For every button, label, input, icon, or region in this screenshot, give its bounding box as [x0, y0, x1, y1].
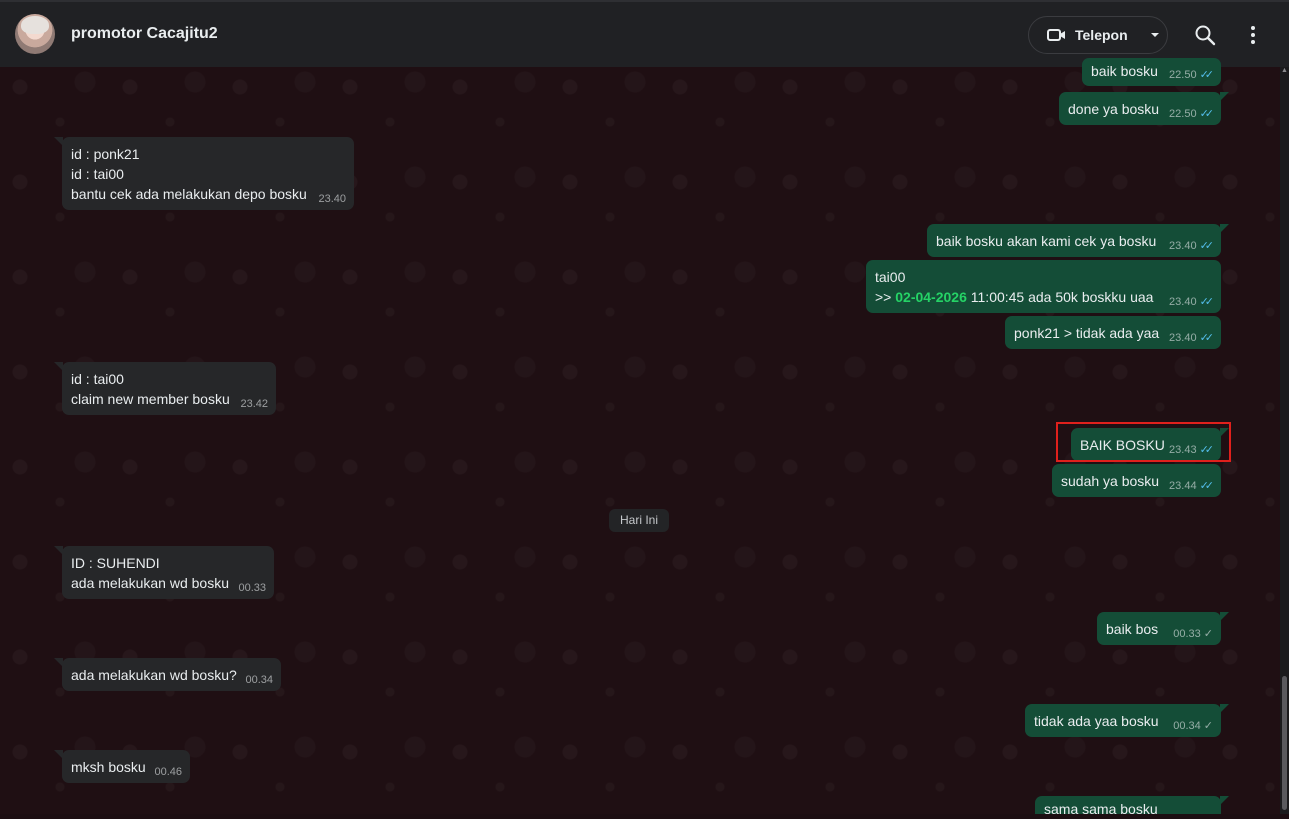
- message-meta: 23.44 ✓✓: [1169, 480, 1215, 492]
- scrollbar-thumb[interactable]: [1282, 676, 1287, 810]
- sent-tick-icon: ✓: [1203, 628, 1213, 640]
- read-ticks-icon: ✓✓: [1199, 108, 1215, 120]
- message-time: 22.50: [1169, 108, 1197, 120]
- outgoing-message[interactable]: baik bosku 22.50 ✓✓: [1082, 58, 1221, 86]
- read-ticks-icon: ✓✓: [1199, 296, 1215, 308]
- message-time: 00.33: [1173, 628, 1201, 640]
- message-meta: 00.34: [245, 674, 273, 686]
- read-ticks-icon: ✓✓: [1199, 332, 1215, 344]
- message-time: 23.40: [318, 193, 346, 205]
- message-text: tai00: [875, 269, 906, 285]
- incoming-message[interactable]: ada melakukan wd bosku? 00.34: [54, 658, 281, 691]
- incoming-message[interactable]: id : ponk21 id : tai00 bantu cek ada mel…: [54, 137, 354, 210]
- video-call-icon: [1047, 28, 1067, 42]
- message-meta: 00.34 ✓: [1173, 720, 1213, 732]
- message-meta: 00.33 ✓: [1173, 628, 1213, 640]
- incoming-message[interactable]: id : tai00 claim new member bosku 23.42: [54, 362, 276, 415]
- message-meta: 00.46: [154, 766, 182, 778]
- message-text: sama sama bosku: [1044, 801, 1158, 817]
- message-meta: 22.50 ✓✓: [1169, 69, 1215, 81]
- read-ticks-icon: ✓✓: [1199, 69, 1215, 81]
- message-meta: 23.40 ✓✓: [1169, 240, 1215, 252]
- message-meta: 00.33: [238, 582, 266, 594]
- message-text-rest: 11:00:45 ada 50k boskku uaa: [966, 289, 1154, 305]
- message-time: 23.40: [1169, 240, 1197, 252]
- sent-tick-icon: ✓: [1203, 720, 1213, 732]
- message-text: id : tai00: [71, 166, 124, 182]
- outgoing-message[interactable]: ponk21 > tidak ada yaa 23.40 ✓✓: [1005, 316, 1221, 349]
- outgoing-message[interactable]: sama sama bosku: [1035, 796, 1229, 817]
- message-text: bantu cek ada melakukan depo bosku: [71, 186, 307, 202]
- message-meta: 23.42: [240, 398, 268, 410]
- message-time: 00.33: [238, 582, 266, 594]
- message-text: ID : SUHENDI: [71, 555, 160, 571]
- search-icon[interactable]: [1194, 24, 1216, 46]
- message-text: ada melakukan wd bosku: [71, 575, 229, 591]
- message-meta: 23.40: [318, 193, 346, 205]
- message-meta: 22.50 ✓✓: [1169, 108, 1215, 120]
- contact-name[interactable]: promotor Cacajitu2: [71, 25, 218, 43]
- outgoing-message[interactable]: baik bosku akan kami cek ya bosku 23.40 ✓…: [927, 224, 1229, 257]
- message-time: 00.34: [1173, 720, 1201, 732]
- read-ticks-icon: ✓✓: [1199, 240, 1215, 252]
- message-time: 23.40: [1169, 296, 1197, 308]
- call-button-label: Telepon: [1075, 27, 1128, 43]
- message-time: 23.40: [1169, 332, 1197, 344]
- date-divider: Hari Ini: [609, 509, 670, 532]
- message-time: 23.42: [240, 398, 268, 410]
- read-ticks-icon: ✓✓: [1199, 480, 1215, 492]
- chat-header: promotor Cacajitu2 Telepon: [0, 0, 1289, 67]
- outgoing-message[interactable]: sudah ya bosku 23.44 ✓✓: [1052, 464, 1221, 497]
- outgoing-message[interactable]: baik bos 00.33 ✓: [1097, 612, 1229, 645]
- message-text: ada melakukan wd bosku?: [71, 667, 237, 683]
- message-time: 00.46: [154, 766, 182, 778]
- contact-avatar[interactable]: [15, 14, 55, 54]
- more-vert-icon[interactable]: [1242, 24, 1264, 46]
- scroll-up-icon[interactable]: ▲: [1281, 67, 1288, 74]
- message-meta: 23.40 ✓✓: [1169, 332, 1215, 344]
- call-button[interactable]: Telepon: [1028, 16, 1168, 54]
- outgoing-message[interactable]: done ya bosku 22.50 ✓✓: [1059, 92, 1229, 125]
- message-text: >> 02-04-2026 11:00:45 ada 50k boskku ua…: [875, 287, 1212, 307]
- message-time: 00.34: [245, 674, 273, 686]
- outgoing-message[interactable]: tai00 >> 02-04-2026 11:00:45 ada 50k bos…: [866, 260, 1221, 313]
- message-time: 22.50: [1169, 69, 1197, 81]
- annotation-highlight-box: [1056, 422, 1231, 462]
- message-meta: 23.40 ✓✓: [1169, 296, 1215, 308]
- chevron-down-icon[interactable]: [1150, 32, 1160, 38]
- incoming-message[interactable]: mksh bosku 00.46: [54, 750, 190, 783]
- message-text: id : ponk21: [71, 146, 140, 162]
- message-text: id : tai00: [71, 371, 124, 387]
- quote-prefix: >>: [875, 289, 896, 305]
- message-time: 23.44: [1169, 480, 1197, 492]
- message-text: claim new member bosku: [71, 391, 230, 407]
- incoming-message[interactable]: ID : SUHENDI ada melakukan wd bosku 00.3…: [54, 546, 274, 599]
- highlighted-date: 02-04-2026: [895, 289, 967, 305]
- outgoing-message[interactable]: tidak ada yaa bosku 00.34 ✓: [1025, 704, 1229, 737]
